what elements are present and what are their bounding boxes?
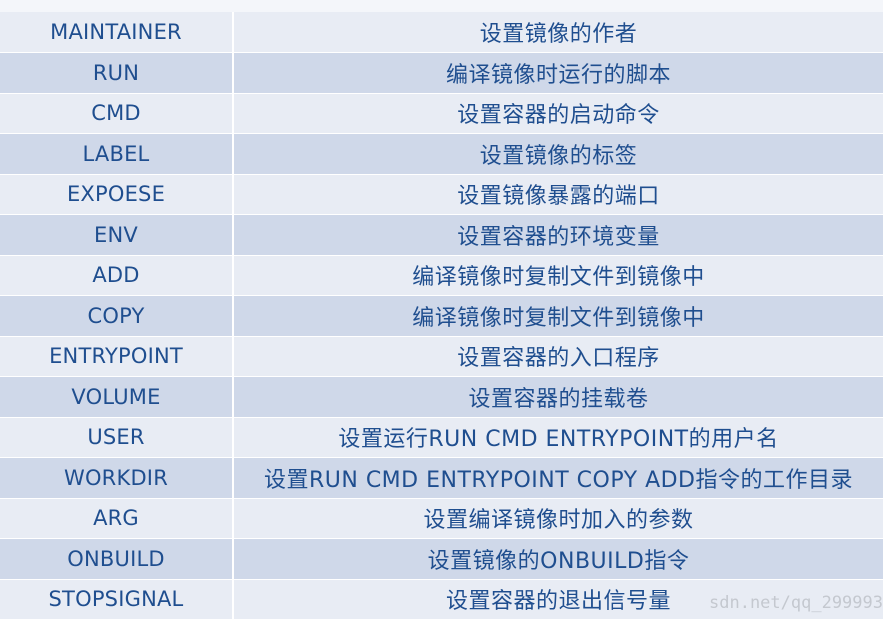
- table-row: ENTRYPOINT 设置容器的入口程序: [0, 336, 883, 377]
- page: MAINTAINER 设置镜像的作者 RUN 编译镜像时运行的脚本 CMD 设置…: [0, 0, 883, 621]
- table-row: COPY 编译镜像时复制文件到镜像中: [0, 295, 883, 336]
- description-cell: 设置编译镜像时加入的参数: [233, 498, 883, 539]
- description-cell: 设置镜像的标签: [233, 133, 883, 174]
- dockerfile-instruction-table: MAINTAINER 设置镜像的作者 RUN 编译镜像时运行的脚本 CMD 设置…: [0, 12, 883, 620]
- table-row: ADD 编译镜像时复制文件到镜像中: [0, 255, 883, 296]
- instruction-cell: USER: [0, 417, 234, 458]
- instruction-cell: MAINTAINER: [0, 12, 234, 53]
- description-cell: 设置容器的启动命令: [233, 93, 883, 134]
- top-strip: [0, 0, 883, 12]
- table-row: ONBUILD 设置镜像的ONBUILD指令: [0, 538, 883, 579]
- table-row: EXPOESE 设置镜像暴露的端口: [0, 174, 883, 215]
- table-row: ENV 设置容器的环境变量: [0, 214, 883, 255]
- table-row: USER 设置运行RUN CMD ENTRYPOINT的用户名: [0, 417, 883, 458]
- instruction-cell: STOPSIGNAL: [0, 579, 234, 620]
- description-cell: 设置容器的挂载卷: [233, 376, 883, 417]
- instruction-cell: EXPOESE: [0, 174, 234, 215]
- table-row: CMD 设置容器的启动命令: [0, 93, 883, 134]
- description-cell: 设置镜像的ONBUILD指令: [233, 538, 883, 579]
- table-row: ARG 设置编译镜像时加入的参数: [0, 498, 883, 539]
- instruction-cell: ADD: [0, 255, 234, 296]
- instruction-cell: ONBUILD: [0, 538, 234, 579]
- instruction-cell: WORKDIR: [0, 457, 234, 498]
- description-cell: 编译镜像时复制文件到镜像中: [233, 255, 883, 296]
- watermark: sdn.net/qq_299993: [709, 593, 883, 613]
- description-cell: 编译镜像时运行的脚本: [233, 52, 883, 93]
- instruction-cell: LABEL: [0, 133, 234, 174]
- instruction-cell: ARG: [0, 498, 234, 539]
- description-cell: 设置RUN CMD ENTRYPOINT COPY ADD指令的工作目录: [233, 457, 883, 498]
- instruction-cell: ENV: [0, 214, 234, 255]
- table-row: RUN 编译镜像时运行的脚本: [0, 52, 883, 93]
- instruction-cell: RUN: [0, 52, 234, 93]
- description-cell: 编译镜像时复制文件到镜像中: [233, 295, 883, 336]
- table-row: LABEL 设置镜像的标签: [0, 133, 883, 174]
- table-row: MAINTAINER 设置镜像的作者: [0, 12, 883, 53]
- description-cell: 设置镜像的作者: [233, 12, 883, 53]
- description-cell: 设置容器的环境变量: [233, 214, 883, 255]
- table-row: VOLUME 设置容器的挂载卷: [0, 376, 883, 417]
- table-row: WORKDIR 设置RUN CMD ENTRYPOINT COPY ADD指令的…: [0, 457, 883, 498]
- description-cell: 设置容器的入口程序: [233, 336, 883, 377]
- description-cell: 设置运行RUN CMD ENTRYPOINT的用户名: [233, 417, 883, 458]
- instruction-cell: VOLUME: [0, 376, 234, 417]
- instruction-cell: CMD: [0, 93, 234, 134]
- instruction-cell: ENTRYPOINT: [0, 336, 234, 377]
- description-cell: 设置镜像暴露的端口: [233, 174, 883, 215]
- instruction-cell: COPY: [0, 295, 234, 336]
